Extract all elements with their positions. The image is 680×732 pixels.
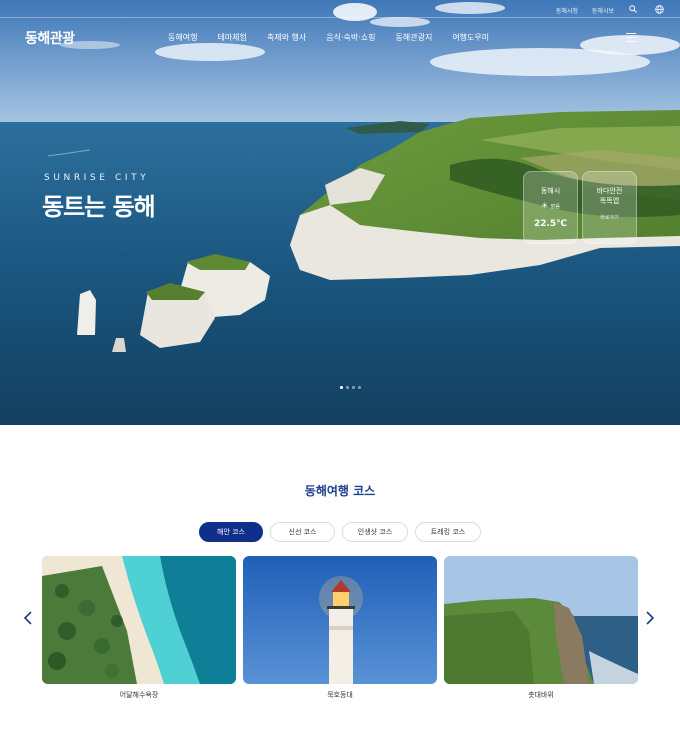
menu-item-travel[interactable]: 동해여행 bbox=[168, 32, 197, 43]
menu-item-attractions[interactable]: 동해관광지 bbox=[396, 32, 433, 43]
menu-item-travel-helper[interactable]: 여행도우미 bbox=[452, 32, 489, 43]
course-card-caption: 묵호등대 bbox=[327, 691, 353, 699]
hero-tagline-english: SUNRISE CITY bbox=[44, 173, 150, 183]
carousel-prev-icon[interactable] bbox=[23, 611, 32, 629]
menu-item-festival[interactable]: 축제와 행사 bbox=[267, 32, 306, 43]
course-card[interactable]: 어달해수욕장 bbox=[42, 556, 236, 700]
sea-safety-shortcut[interactable]: 바로가기 bbox=[583, 214, 636, 221]
search-icon[interactable] bbox=[628, 5, 638, 15]
slide-dot[interactable] bbox=[346, 386, 349, 389]
sea-safety-app-widget[interactable]: 바다안전똑똑앱 바로가기 bbox=[582, 171, 637, 244]
globe-icon[interactable] bbox=[654, 4, 664, 16]
weather-city: 동해시 bbox=[540, 187, 561, 195]
tab-coast-course[interactable]: 해안 코스 bbox=[199, 522, 263, 542]
course-card-caption: 촛대바위 bbox=[528, 691, 554, 699]
tab-trekking-course[interactable]: 트레킹 코스 bbox=[415, 522, 481, 542]
hero-banner: 동해시청 동해시보 동해관광 동해여행 테마체험 축제와 행사 음식·숙박·쇼핑… bbox=[0, 0, 680, 425]
global-navigation: 동해관광 동해여행 테마체험 축제와 행사 음식·숙박·쇼핑 동해관광지 여행도… bbox=[0, 24, 680, 52]
site-logo[interactable]: 동해관광 bbox=[25, 28, 75, 48]
tab-photo-course[interactable]: 인생샷 코스 bbox=[342, 522, 408, 542]
weather-condition: 맑음 bbox=[550, 204, 560, 210]
weather-temperature: 22.5℃ bbox=[533, 219, 568, 229]
course-section-title: 동해여행 코스 bbox=[304, 484, 376, 498]
beach-aerial-image bbox=[42, 556, 236, 684]
sea-safety-title-line2: 똑똑앱 bbox=[599, 197, 620, 205]
rock-cliff-image bbox=[444, 556, 638, 684]
utility-bar: 동해시청 동해시보 bbox=[556, 4, 680, 16]
slide-dot[interactable] bbox=[340, 386, 343, 389]
weather-widget: 동해시 ☀ 맑음 22.5℃ bbox=[523, 171, 578, 244]
hero-tagline-korean: 동트는 동해 bbox=[42, 193, 156, 221]
tab-sinseon-course[interactable]: 신선 코스 bbox=[270, 522, 335, 542]
carousel-next-icon[interactable] bbox=[646, 611, 655, 629]
course-card-caption: 어달해수욕장 bbox=[119, 691, 159, 699]
slide-dot[interactable] bbox=[358, 386, 361, 389]
sea-safety-title-line1: 바다안전 bbox=[596, 187, 623, 195]
main-menu: 동해여행 테마체험 축제와 행사 음식·숙박·쇼핑 동해관광지 여행도우미 bbox=[168, 32, 509, 43]
hamburger-menu-icon[interactable] bbox=[626, 33, 636, 42]
sun-icon: ☀ 맑음 bbox=[541, 201, 560, 210]
lighthouse-image bbox=[243, 556, 437, 684]
menu-item-theme[interactable]: 테마체험 bbox=[217, 32, 246, 43]
course-card[interactable]: 묵호등대 bbox=[243, 556, 437, 700]
course-tabs: 해안 코스 신선 코스 인생샷 코스 트레킹 코스 bbox=[199, 522, 488, 542]
slide-dot[interactable] bbox=[352, 386, 355, 389]
header-divider bbox=[0, 17, 680, 18]
slide-pagination bbox=[340, 386, 364, 389]
menu-item-food-stay-shop[interactable]: 음식·숙박·쇼핑 bbox=[326, 32, 375, 43]
util-link-city-news[interactable]: 동해시보 bbox=[592, 6, 614, 15]
course-card[interactable]: 촛대바위 bbox=[444, 556, 638, 700]
util-link-city-hall[interactable]: 동해시청 bbox=[556, 6, 578, 15]
